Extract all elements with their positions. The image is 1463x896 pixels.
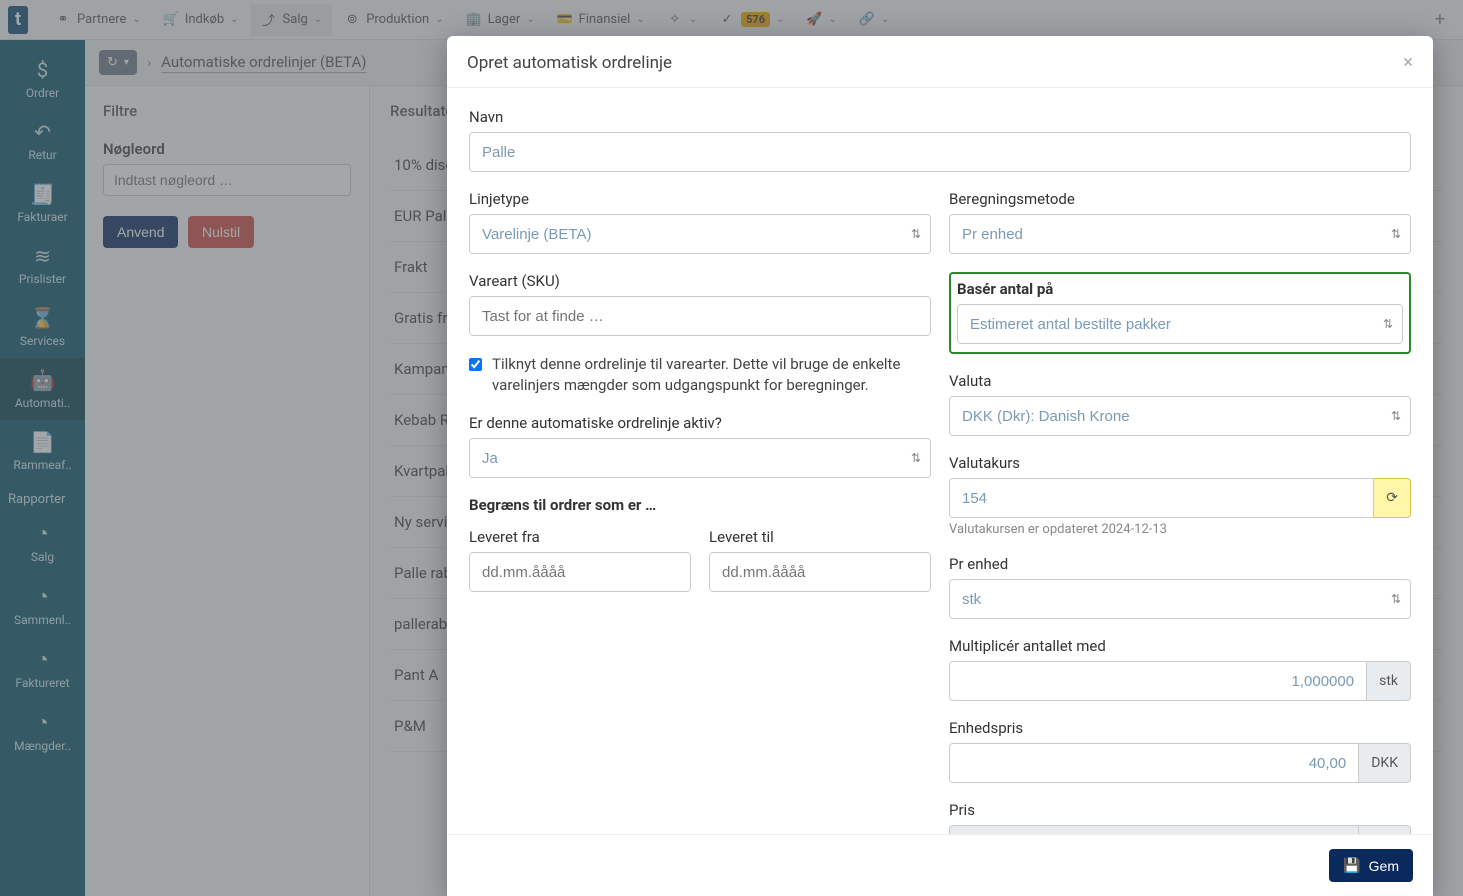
- multiply-input[interactable]: [949, 661, 1367, 701]
- rate-help: Valutakursen er opdateret 2024-12-13: [949, 522, 1411, 537]
- name-input[interactable]: [469, 132, 1411, 172]
- restrict-header: Begræns til ordrer som er …: [469, 496, 931, 514]
- base-label: Basér antal på: [957, 280, 1403, 298]
- price-currency: DKK: [1359, 825, 1411, 834]
- active-label: Er denne automatiske ordrelinje aktiv?: [469, 414, 931, 432]
- sku-label: Vareart (SKU): [469, 272, 931, 290]
- refresh-icon: ⟳: [1386, 490, 1398, 506]
- active-select[interactable]: [469, 438, 931, 478]
- per-unit-label: Pr enhed: [949, 555, 1411, 573]
- price-input: [949, 825, 1359, 834]
- refresh-rate-button[interactable]: ⟳: [1374, 478, 1411, 518]
- rate-input[interactable]: [949, 478, 1374, 518]
- base-select[interactable]: [957, 304, 1403, 344]
- currency-label: Valuta: [949, 372, 1411, 390]
- unitprice-currency: DKK: [1359, 743, 1411, 783]
- save-icon: 💾: [1343, 857, 1360, 874]
- linetype-label: Linjetype: [469, 190, 931, 208]
- delivered-from-input[interactable]: [469, 552, 691, 592]
- name-label: Navn: [469, 108, 1411, 126]
- tie-checkbox[interactable]: [469, 358, 482, 371]
- create-orderline-modal: Opret automatisk ordrelinje × Navn Linje…: [447, 36, 1433, 896]
- delivered-to-input[interactable]: [709, 552, 931, 592]
- tie-checkbox-label: Tilknyt denne ordrelinje til varearter. …: [492, 354, 931, 396]
- close-icon[interactable]: ×: [1403, 52, 1413, 73]
- unitprice-label: Enhedspris: [949, 719, 1411, 737]
- modal-body: Navn Linjetype ⇅ Vareart (SKU): [447, 88, 1433, 834]
- unitprice-input[interactable]: [949, 743, 1359, 783]
- sku-input[interactable]: [469, 296, 931, 336]
- price-label: Pris: [949, 801, 1411, 819]
- currency-select[interactable]: [949, 396, 1411, 436]
- calc-select[interactable]: [949, 214, 1411, 254]
- multiply-label: Multiplicér antallet med: [949, 637, 1411, 655]
- rate-label: Valutakurs: [949, 454, 1411, 472]
- save-label: Gem: [1369, 858, 1399, 874]
- delivered-to-label: Leveret til: [709, 528, 931, 546]
- calc-label: Beregningsmetode: [949, 190, 1411, 208]
- linetype-select[interactable]: [469, 214, 931, 254]
- modal-header: Opret automatisk ordrelinje ×: [447, 36, 1433, 88]
- base-highlight: Basér antal på ⇅: [949, 272, 1411, 354]
- save-button[interactable]: 💾 Gem: [1329, 849, 1413, 882]
- delivered-from-label: Leveret fra: [469, 528, 691, 546]
- modal-title: Opret automatisk ordrelinje: [467, 53, 672, 73]
- per-unit-select[interactable]: [949, 579, 1411, 619]
- modal-footer: 💾 Gem: [447, 834, 1433, 896]
- multiply-unit: stk: [1367, 661, 1411, 701]
